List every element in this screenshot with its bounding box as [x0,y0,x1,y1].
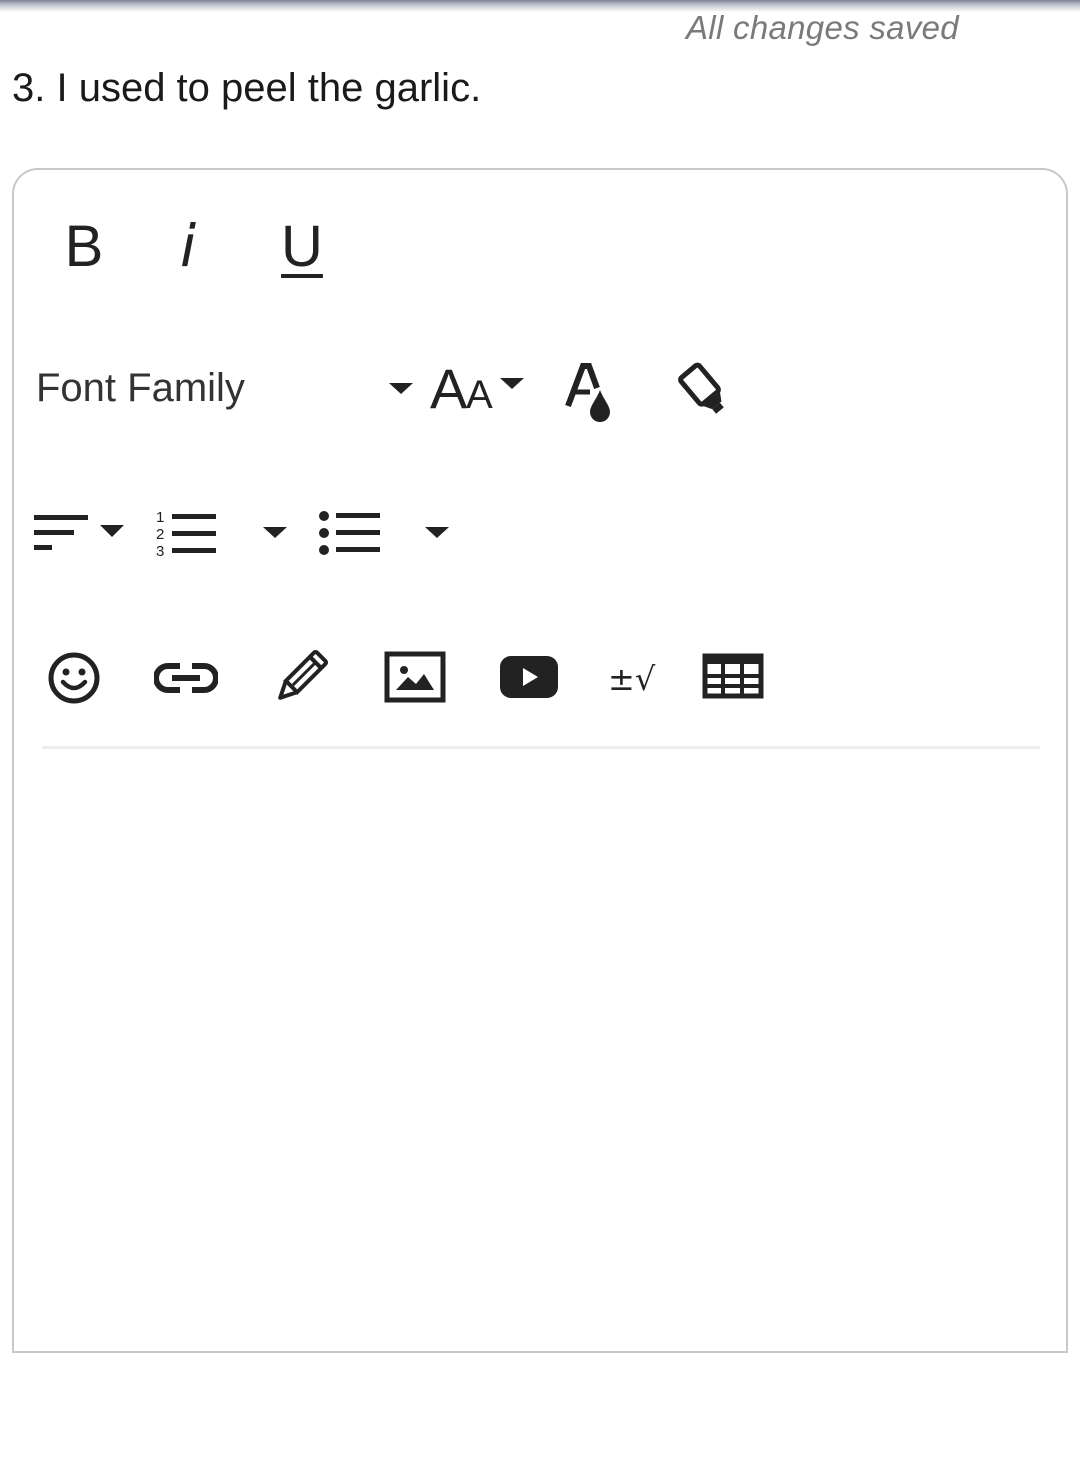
font-size-icon: A A [430,357,524,420]
rich-text-editor: B i U Font Family A A 1 2 3 ±√ [12,168,1068,1353]
emoji-button[interactable] [44,648,104,708]
link-button[interactable] [154,654,218,702]
svg-text:1: 1 [156,509,164,526]
highlight-button[interactable] [674,360,734,420]
unordered-list-dropdown[interactable] [422,520,452,544]
chevron-down-icon [425,526,449,538]
math-button[interactable]: ±√ [606,654,662,702]
video-icon [500,656,558,698]
bold-button[interactable]: B [50,210,118,282]
font-color-icon [565,363,610,422]
highlighter-icon [678,362,724,414]
image-icon [384,651,446,703]
font-family-select[interactable]: Font Family [36,358,416,418]
ordered-list-icon: 1 2 3 [156,509,216,560]
unordered-list-button[interactable] [316,506,382,562]
svg-text:3: 3 [156,543,164,560]
ordered-list-button[interactable]: 1 2 3 [154,506,220,562]
chevron-down-icon [263,526,287,538]
svg-text:A: A [466,373,493,417]
svg-text:±√: ±√ [608,660,656,698]
emoji-icon [48,652,100,704]
editor-content-area[interactable] [42,760,1040,1340]
svg-text:A: A [430,357,468,420]
ordered-list-dropdown[interactable] [260,520,290,544]
question-text: 3. I used to peel the garlic. [12,66,482,110]
link-icon [154,663,218,693]
toolbar-divider [42,746,1040,749]
video-button[interactable] [498,654,560,702]
align-button[interactable] [32,508,132,558]
chevron-down-icon[interactable] [386,376,416,400]
italic-button[interactable]: i [158,210,218,282]
table-icon [702,653,764,699]
save-status: All changes saved [686,9,959,46]
draw-button[interactable] [268,646,332,710]
font-color-button[interactable] [564,360,614,428]
svg-text:2: 2 [156,526,164,543]
pencil-icon [278,649,329,700]
font-size-button[interactable]: A A [428,356,528,420]
font-family-label: Font Family [36,365,245,410]
align-left-icon [34,515,124,550]
underline-button[interactable]: U [270,210,334,282]
table-button[interactable] [702,652,764,702]
unordered-list-icon [319,511,380,555]
image-button[interactable] [384,650,446,706]
math-icon: ±√ [608,660,656,698]
